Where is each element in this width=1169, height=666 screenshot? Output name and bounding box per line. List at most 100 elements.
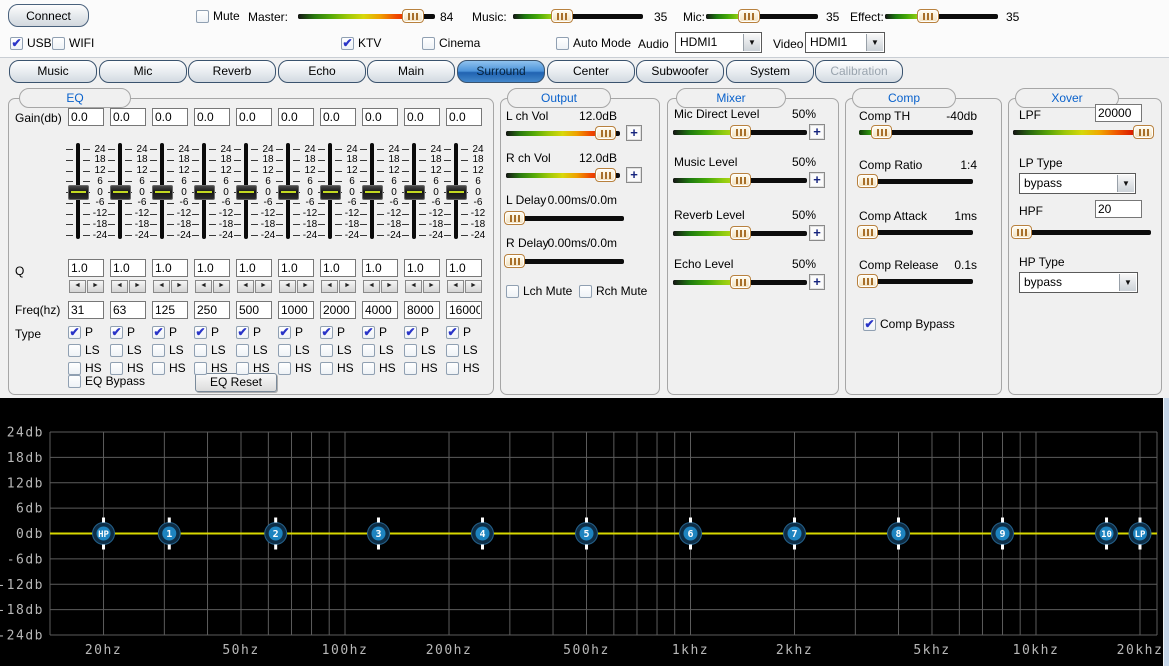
eq-band-3-freq-input[interactable]	[152, 301, 188, 319]
tab-center[interactable]: Center	[547, 60, 635, 83]
eq-band-3-q-input[interactable]	[152, 259, 188, 277]
eq-band-7-type-ls-checkbox-box[interactable]	[320, 344, 333, 357]
wifi-checkbox[interactable]: WIFI	[52, 36, 94, 50]
eq-band-1-freq-input[interactable]	[68, 301, 104, 319]
eq-band-10-q-input[interactable]	[446, 259, 482, 277]
eq-band-7-slider-thumb[interactable]	[320, 185, 341, 200]
eq-band-10-freq-input[interactable]	[446, 301, 482, 319]
eq-band-1-slider-thumb[interactable]	[68, 185, 89, 200]
hpf-slider-thumb[interactable]	[1011, 225, 1032, 239]
eq-band-9-type-p-checkbox-box[interactable]: ✔	[404, 326, 417, 339]
connect-button[interactable]: Connect	[8, 4, 89, 27]
eq-band-10-slider-thumb[interactable]	[446, 185, 467, 200]
eq-band-2-slider-thumb[interactable]	[110, 185, 131, 200]
mute-checkbox[interactable]: Mute	[196, 9, 240, 23]
mixer-echo-level-plus-button[interactable]: +	[809, 274, 825, 290]
eq-band-10-q-spin-left-icon[interactable]: ◄	[447, 280, 464, 293]
tab-subwoofer[interactable]: Subwoofer	[636, 60, 724, 83]
eq-band-8-freq-input[interactable]	[362, 301, 398, 319]
eq-band-10-type-ls-checkbox[interactable]: LS	[446, 343, 478, 357]
scrollbar-strip[interactable]	[1163, 398, 1169, 666]
eq-band-6-type-p-checkbox[interactable]: ✔P	[278, 325, 303, 339]
output-r-ch-vol-plus-button[interactable]: +	[626, 167, 642, 183]
eq-marker-3[interactable]: 3	[367, 518, 389, 550]
eq-band-9-type-hs-checkbox[interactable]: HS	[404, 361, 438, 375]
eq-band-2-type-ls-checkbox[interactable]: LS	[110, 343, 142, 357]
mic-slider-thumb[interactable]	[738, 9, 760, 23]
eq-band-6-type-p-checkbox-box[interactable]: ✔	[278, 326, 291, 339]
hpf-slider-track[interactable]	[1013, 230, 1151, 235]
eq-band-2-type-p-checkbox[interactable]: ✔P	[110, 325, 135, 339]
comp-comp-release-slider-thumb[interactable]	[857, 274, 878, 288]
eq-band-1-type-hs-checkbox-box[interactable]	[68, 362, 81, 375]
eq-band-8-gain-input[interactable]	[362, 108, 398, 126]
mute-checkbox-box[interactable]	[196, 10, 209, 23]
hp-type-select-arrow-icon[interactable]: ▼	[1119, 274, 1136, 291]
eq-band-5-type-p-checkbox[interactable]: ✔P	[236, 325, 261, 339]
eq-band-9-type-p-checkbox[interactable]: ✔P	[404, 325, 429, 339]
eq-band-7-type-hs-checkbox-box[interactable]	[320, 362, 333, 375]
eq-band-8-type-p-checkbox-box[interactable]: ✔	[362, 326, 375, 339]
tab-main[interactable]: Main	[367, 60, 455, 83]
eq-band-5-type-hs-checkbox[interactable]: HS	[236, 361, 270, 375]
eq-band-1-type-hs-checkbox[interactable]: HS	[68, 361, 102, 375]
eq-band-10-type-ls-checkbox-box[interactable]	[446, 344, 459, 357]
mixer-music-level-plus-button[interactable]: +	[809, 172, 825, 188]
usb-checkbox[interactable]: ✔USB	[10, 36, 52, 50]
eq-band-3-type-hs-checkbox[interactable]: HS	[152, 361, 186, 375]
output-l-ch-vol-plus-button[interactable]: +	[626, 125, 642, 141]
audio-select[interactable]: HDMI1▼	[675, 32, 762, 53]
eq-band-4-q-spin-left-icon[interactable]: ◄	[195, 280, 212, 293]
tab-echo[interactable]: Echo	[278, 60, 366, 83]
eq-band-5-type-ls-checkbox[interactable]: LS	[236, 343, 268, 357]
output-l-delay-slider-thumb[interactable]	[504, 211, 525, 225]
eq-band-5-type-ls-checkbox-box[interactable]	[236, 344, 249, 357]
eq-band-1-type-ls-checkbox[interactable]: LS	[68, 343, 100, 357]
eq-marker-1[interactable]: 1	[158, 518, 180, 550]
eq-band-2-type-hs-checkbox-box[interactable]	[110, 362, 123, 375]
eq-band-7-type-p-checkbox-box[interactable]: ✔	[320, 326, 333, 339]
mixer-mic-direct-level-plus-button[interactable]: +	[809, 124, 825, 140]
eq-band-3-type-hs-checkbox-box[interactable]	[152, 362, 165, 375]
eq-band-5-type-p-checkbox-box[interactable]: ✔	[236, 326, 249, 339]
comp-comp-th-slider-thumb[interactable]	[871, 125, 892, 139]
eq-band-7-q-input[interactable]	[320, 259, 356, 277]
eq-band-8-q-input[interactable]	[362, 259, 398, 277]
eq-band-7-freq-input[interactable]	[320, 301, 356, 319]
eq-marker-9[interactable]: 9	[992, 518, 1014, 550]
master-slider-thumb[interactable]	[402, 9, 424, 23]
output-r-ch-vol-slider-thumb[interactable]	[595, 168, 616, 182]
eq-band-1-q-input[interactable]	[68, 259, 104, 277]
comp-comp-attack-slider-thumb[interactable]	[857, 225, 878, 239]
audio-select-arrow-icon[interactable]: ▼	[743, 34, 760, 51]
mixer-reverb-level-plus-button[interactable]: +	[809, 225, 825, 241]
eq-band-5-q-input[interactable]	[236, 259, 272, 277]
eq-band-5-gain-input[interactable]	[236, 108, 272, 126]
eq-band-10-gain-input[interactable]	[446, 108, 482, 126]
eq-band-8-q-spin-left-icon[interactable]: ◄	[363, 280, 380, 293]
cinema-checkbox-box[interactable]	[422, 37, 435, 50]
eq-band-6-slider-thumb[interactable]	[278, 185, 299, 200]
comp-bypass-checkbox[interactable]: ✔Comp Bypass	[863, 317, 955, 331]
eq-marker-4[interactable]: 4	[471, 518, 493, 550]
lch-mute-checkbox-box[interactable]	[506, 285, 519, 298]
eq-band-3-type-p-checkbox[interactable]: ✔P	[152, 325, 177, 339]
eq-band-7-gain-input[interactable]	[320, 108, 356, 126]
lpf-input[interactable]	[1095, 104, 1142, 122]
cinema-checkbox[interactable]: Cinema	[422, 36, 480, 50]
eq-band-2-type-p-checkbox-box[interactable]: ✔	[110, 326, 123, 339]
eq-band-3-gain-input[interactable]	[152, 108, 188, 126]
eq-band-4-type-hs-checkbox[interactable]: HS	[194, 361, 228, 375]
eq-band-6-q-spin-right-icon[interactable]: ►	[297, 280, 314, 293]
eq-band-4-type-p-checkbox[interactable]: ✔P	[194, 325, 219, 339]
eq-band-8-q-spin-right-icon[interactable]: ►	[381, 280, 398, 293]
usb-checkbox-box[interactable]: ✔	[10, 37, 23, 50]
auto-mode-checkbox[interactable]: Auto Mode	[556, 36, 631, 50]
eq-band-3-type-ls-checkbox-box[interactable]	[152, 344, 165, 357]
eq-marker-HP[interactable]: HP	[93, 518, 115, 550]
comp-bypass-checkbox-box[interactable]: ✔	[863, 318, 876, 331]
comp-comp-ratio-slider-thumb[interactable]	[857, 174, 878, 188]
video-select[interactable]: HDMI1▼	[805, 32, 885, 53]
eq-marker-6[interactable]: 6	[679, 518, 701, 550]
lp-type-select[interactable]: bypass▼	[1019, 173, 1136, 194]
